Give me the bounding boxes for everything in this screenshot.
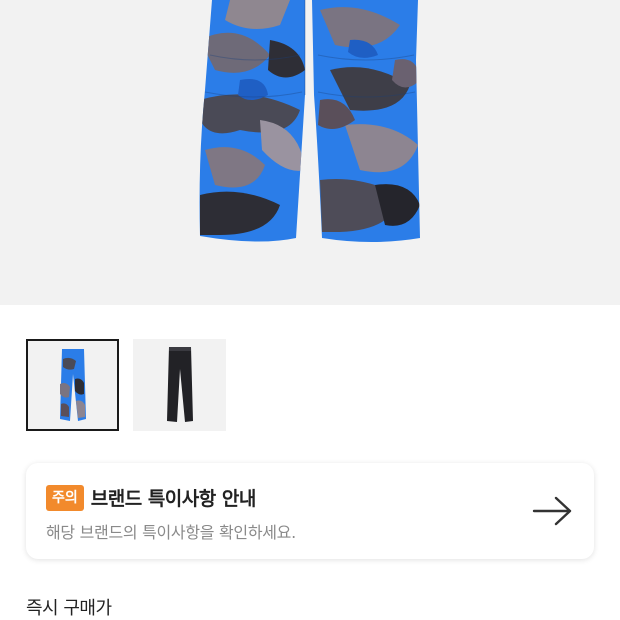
thumbnail-black-pants[interactable] xyxy=(133,339,226,431)
thumbnail-list xyxy=(26,339,226,431)
notice-subtitle: 해당 브랜드의 특이사항을 확인하세요. xyxy=(46,523,296,542)
thumbnail-blue-camo-pants[interactable] xyxy=(26,339,119,431)
brand-notice-card[interactable]: 주의 브랜드 특이사항 안내 해당 브랜드의 특이사항을 확인하세요. xyxy=(26,463,594,559)
instant-buy-price-label: 즉시 구매가 xyxy=(26,598,112,619)
arrow-right-icon[interactable] xyxy=(532,495,574,527)
caution-badge: 주의 xyxy=(46,484,84,511)
notice-title: 브랜드 특이사항 안내 xyxy=(90,488,257,510)
notice-header: 주의 브랜드 특이사항 안내 xyxy=(46,484,256,511)
product-hero-image xyxy=(0,0,620,305)
